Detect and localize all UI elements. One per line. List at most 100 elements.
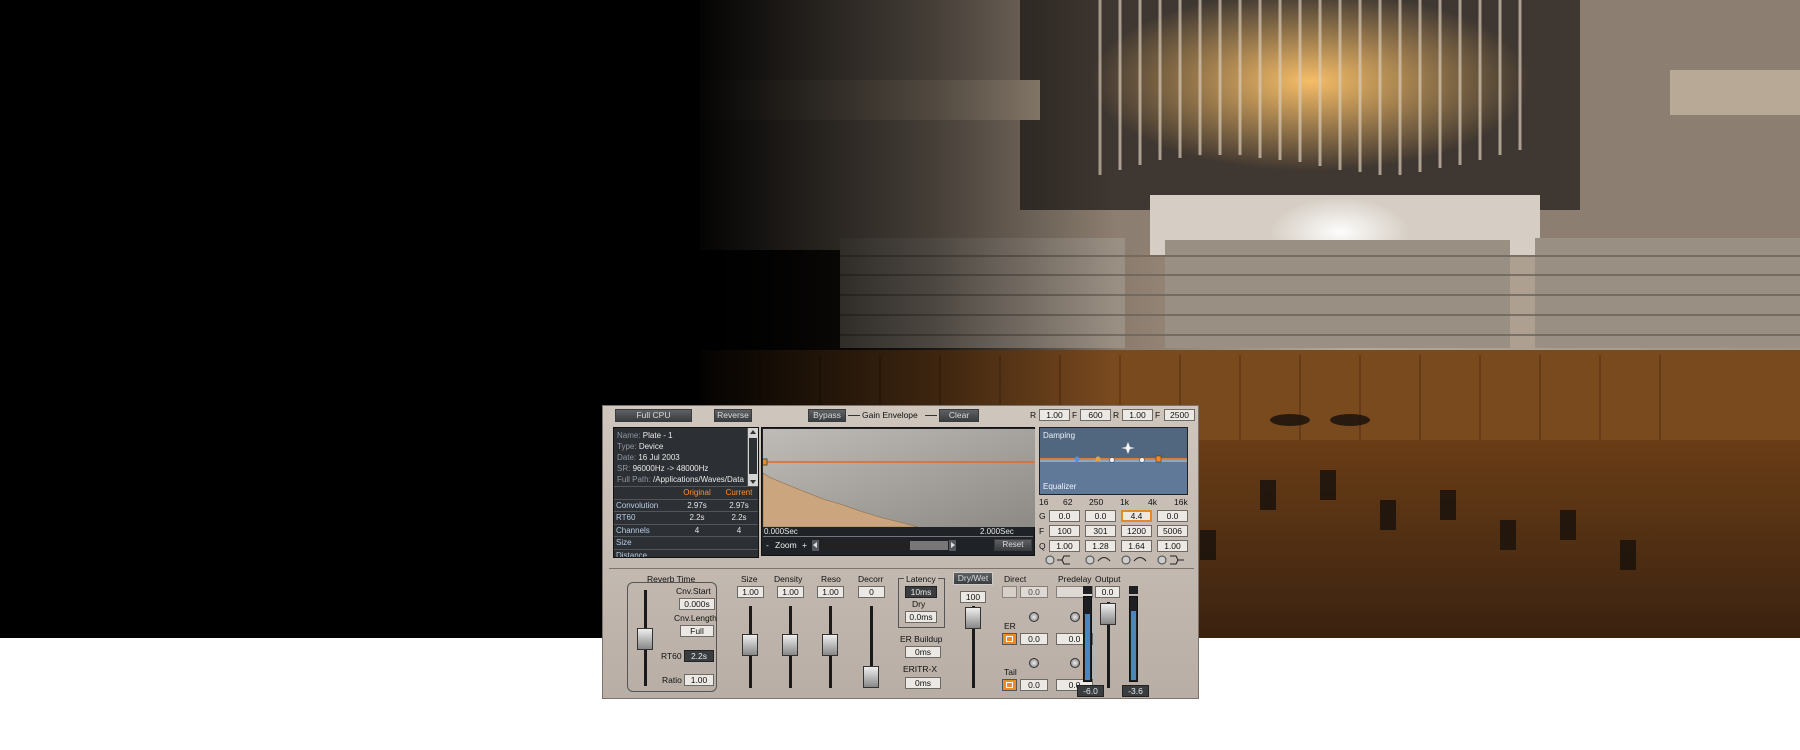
r1-value[interactable]: 1.00 [1039, 409, 1070, 421]
impulse-waveform-graph [763, 429, 1035, 527]
sr-value: 96000Hz -> 48000Hz [632, 464, 709, 473]
er-predelay-knob[interactable] [1070, 612, 1080, 622]
eq-q-3[interactable]: 1.64 [1121, 540, 1152, 552]
scroll-right-arrow[interactable] [949, 540, 956, 551]
er-buildup-value[interactable]: 0ms [905, 646, 941, 658]
type-value: Device [638, 442, 664, 451]
f1-value[interactable]: 600 [1080, 409, 1111, 421]
damping-handle[interactable] [1155, 455, 1162, 463]
dry-wet-fader-knob[interactable] [965, 607, 981, 629]
zoom-in-button[interactable]: + [802, 540, 807, 550]
eq-gain-4[interactable]: 0.0 [1157, 510, 1188, 522]
envelope-handle[interactable] [763, 458, 768, 466]
scroll-thumb[interactable] [749, 438, 757, 474]
meter-right-readout: -3.6 [1122, 685, 1149, 697]
eq-q-1[interactable]: 1.00 [1049, 540, 1080, 552]
eritr-value[interactable]: 0ms [905, 677, 941, 689]
direct-toggle[interactable] [1002, 586, 1017, 598]
output-fader-knob[interactable] [1100, 603, 1116, 625]
freq-tick: 250 [1089, 497, 1104, 507]
gain-row-label: G [1039, 511, 1046, 521]
path-value: /Applications/Waves/Data [653, 475, 744, 484]
reverb-plugin-panel: Full CPU Reverse Bypass Gain Envelope Cl… [602, 405, 1199, 699]
scroll-left-arrow[interactable] [812, 540, 819, 551]
rt60-value[interactable]: 2.2s [684, 650, 714, 662]
reso-value[interactable]: 1.00 [817, 586, 844, 598]
decorr-fader-knob[interactable] [863, 666, 879, 688]
clip-indicator-right [1129, 586, 1138, 594]
eq-q-2[interactable]: 1.28 [1085, 540, 1116, 552]
eq-freq-1[interactable]: 100 [1049, 525, 1080, 537]
scroll-down-icon[interactable] [750, 480, 756, 484]
f2-value[interactable]: 2500 [1164, 409, 1195, 421]
ratio-value[interactable]: 1.00 [684, 674, 714, 686]
clear-button[interactable]: Clear [939, 409, 979, 422]
eq-band-1-point[interactable] [1074, 456, 1080, 462]
eq-freq-2[interactable]: 301 [1085, 525, 1116, 537]
r2-value[interactable]: 1.00 [1122, 409, 1153, 421]
row-name: Distance [616, 550, 648, 558]
size-value[interactable]: 1.00 [737, 586, 764, 598]
eq-gain-2[interactable]: 0.0 [1085, 510, 1116, 522]
dry-wet-button[interactable]: Dry/Wet [953, 572, 993, 585]
bypass-button[interactable]: Bypass [808, 409, 846, 422]
reset-button[interactable]: Reset [994, 539, 1032, 551]
zoom-out-button[interactable]: - [766, 540, 769, 550]
scroll-up-icon[interactable] [750, 430, 756, 434]
envelope-scrollbar[interactable] [820, 541, 948, 550]
filter-radio-icon[interactable] [1085, 555, 1095, 565]
decorr-value[interactable]: 0 [858, 586, 885, 598]
dry-wet-value[interactable]: 100 [960, 591, 986, 603]
r1-label: R [1030, 410, 1037, 420]
filter-radio-icon[interactable] [1121, 555, 1131, 565]
dry-delay-value[interactable]: 0.0ms [905, 611, 937, 623]
density-fader-knob[interactable] [782, 634, 798, 656]
row-name: Size [616, 538, 632, 547]
type-key: Type: [617, 442, 637, 451]
rt60-fader-knob[interactable] [637, 628, 653, 650]
row-name: RT60 [616, 513, 636, 522]
eq-band-2-point[interactable] [1095, 456, 1101, 462]
cnv-start-value[interactable]: 0.000s [679, 598, 715, 610]
filter-radio-icon[interactable] [1045, 555, 1055, 565]
eq-band-4-point[interactable] [1139, 457, 1145, 463]
eq-q-4[interactable]: 1.00 [1157, 540, 1188, 552]
damping-eq-display[interactable]: Damping Equalizer [1039, 427, 1188, 495]
filter-type-selector[interactable] [1044, 554, 1194, 566]
tail-gain-knob[interactable] [1029, 658, 1039, 668]
er-value[interactable]: 0.0 [1020, 633, 1048, 645]
direct-label: Direct [1004, 574, 1027, 584]
filter-radio-icon[interactable] [1157, 555, 1167, 565]
eq-gain-1[interactable]: 0.0 [1049, 510, 1080, 522]
zoom-label: Zoom [775, 540, 797, 550]
current-column-header: Current [725, 488, 753, 497]
density-value[interactable]: 1.00 [777, 586, 804, 598]
reso-fader-knob[interactable] [822, 634, 838, 656]
er-toggle[interactable] [1002, 633, 1017, 645]
gain-envelope-display[interactable]: 0.000Sec 2.000Sec - Zoom + Reset [761, 427, 1035, 556]
row-current [718, 550, 758, 558]
eq-freq-4[interactable]: 5006 [1157, 525, 1188, 537]
tail-predelay-knob[interactable] [1070, 658, 1080, 668]
size-fader-knob[interactable] [742, 634, 758, 656]
eq-band-3-point[interactable] [1109, 457, 1115, 463]
name-key: Name: [617, 431, 641, 440]
er-gain-knob[interactable] [1029, 612, 1039, 622]
envelope-scroll-thumb[interactable] [820, 541, 910, 550]
eq-gain-3[interactable]: 4.4 [1121, 510, 1152, 522]
full-cpu-button[interactable]: Full CPU [615, 409, 692, 422]
time-ruler [763, 536, 1033, 537]
eq-freq-3[interactable]: 1200 [1121, 525, 1152, 537]
damping-label: Damping [1043, 431, 1076, 440]
info-scrollbar[interactable] [747, 428, 758, 486]
tail-toggle[interactable] [1002, 679, 1017, 691]
row-original: 2.97s [687, 500, 707, 510]
meter-fill [1131, 611, 1136, 680]
reverse-button[interactable]: Reverse [714, 409, 752, 422]
direct-value[interactable]: 0.0 [1020, 586, 1048, 598]
output-value[interactable]: 0.0 [1095, 586, 1120, 598]
cnv-length-value[interactable]: Full [680, 625, 714, 637]
table-row: RT60 2.2s 2.2s [614, 511, 758, 524]
latency-value[interactable]: 10ms [905, 586, 937, 598]
tail-value[interactable]: 0.0 [1020, 679, 1048, 691]
